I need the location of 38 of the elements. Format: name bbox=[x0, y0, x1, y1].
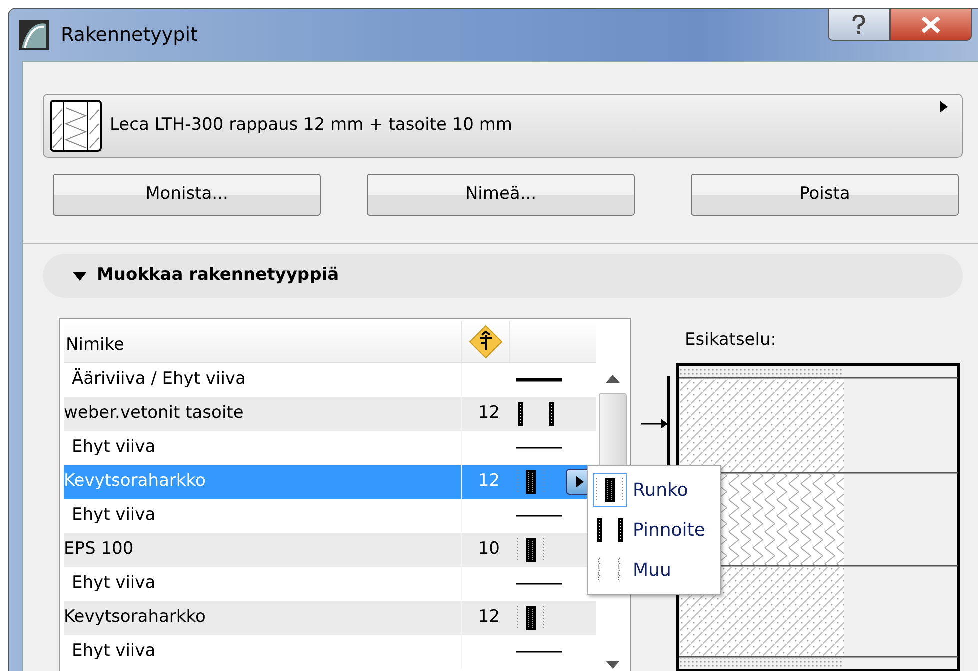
section-header[interactable]: Muokkaa rakennetyyppiä bbox=[43, 254, 963, 298]
material-swatch-icon bbox=[50, 100, 102, 152]
help-button[interactable] bbox=[828, 8, 890, 41]
help-icon bbox=[852, 14, 866, 34]
table-row[interactable]: weber.vetonit tasoite 12 bbox=[64, 397, 596, 431]
dialog-button[interactable]: Monista... bbox=[53, 174, 321, 216]
thickness-value: 12 bbox=[478, 607, 500, 628]
composite-selector[interactable]: Leca LTH-300 rappaus 12 mm + tasoite 10 mm bbox=[43, 94, 963, 158]
layer-name: EPS 100 bbox=[64, 533, 462, 567]
close-button[interactable] bbox=[890, 8, 972, 41]
layer-type-icon bbox=[516, 604, 546, 632]
table-row[interactable]: Kevytsoraharkko 12 bbox=[64, 601, 596, 635]
app-logo-icon bbox=[19, 20, 49, 50]
layer-name: Ehyt viiva bbox=[64, 635, 462, 669]
layer-type-icon bbox=[516, 400, 556, 428]
scroll-down-icon[interactable] bbox=[606, 661, 620, 669]
thickness-value: 10 bbox=[478, 539, 500, 560]
composite-name: Leca LTH-300 rappaus 12 mm + tasoite 10 mm bbox=[110, 114, 512, 138]
arrow-icon bbox=[641, 418, 668, 428]
caret-icon bbox=[940, 101, 948, 113]
layer-name: weber.vetonit tasoite bbox=[64, 397, 462, 431]
preview-label: Esikatselu: bbox=[685, 329, 778, 352]
layer-name: Kevytsoraharkko bbox=[64, 465, 462, 499]
dialog-button[interactable]: Nimeä... bbox=[367, 174, 635, 216]
layer-type-icon bbox=[593, 473, 627, 507]
thickness-value: 12 bbox=[478, 403, 500, 424]
layer-type-icon bbox=[516, 536, 546, 564]
layer-name: Kevytsoraharkko bbox=[64, 601, 462, 635]
section-title: Muokkaa rakennetyyppiä bbox=[97, 264, 340, 288]
window-title: Rakennetyypit bbox=[61, 22, 198, 48]
caret-icon bbox=[576, 476, 584, 488]
thickness-sign-icon bbox=[468, 324, 502, 358]
thickness-value: 12 bbox=[478, 471, 500, 492]
close-icon bbox=[921, 16, 941, 32]
table-row[interactable]: Ehyt viiva bbox=[64, 635, 596, 669]
layer-type-icon bbox=[516, 468, 546, 496]
scroll-up-icon[interactable] bbox=[606, 375, 620, 383]
dialog-button[interactable]: Poista bbox=[691, 174, 959, 216]
